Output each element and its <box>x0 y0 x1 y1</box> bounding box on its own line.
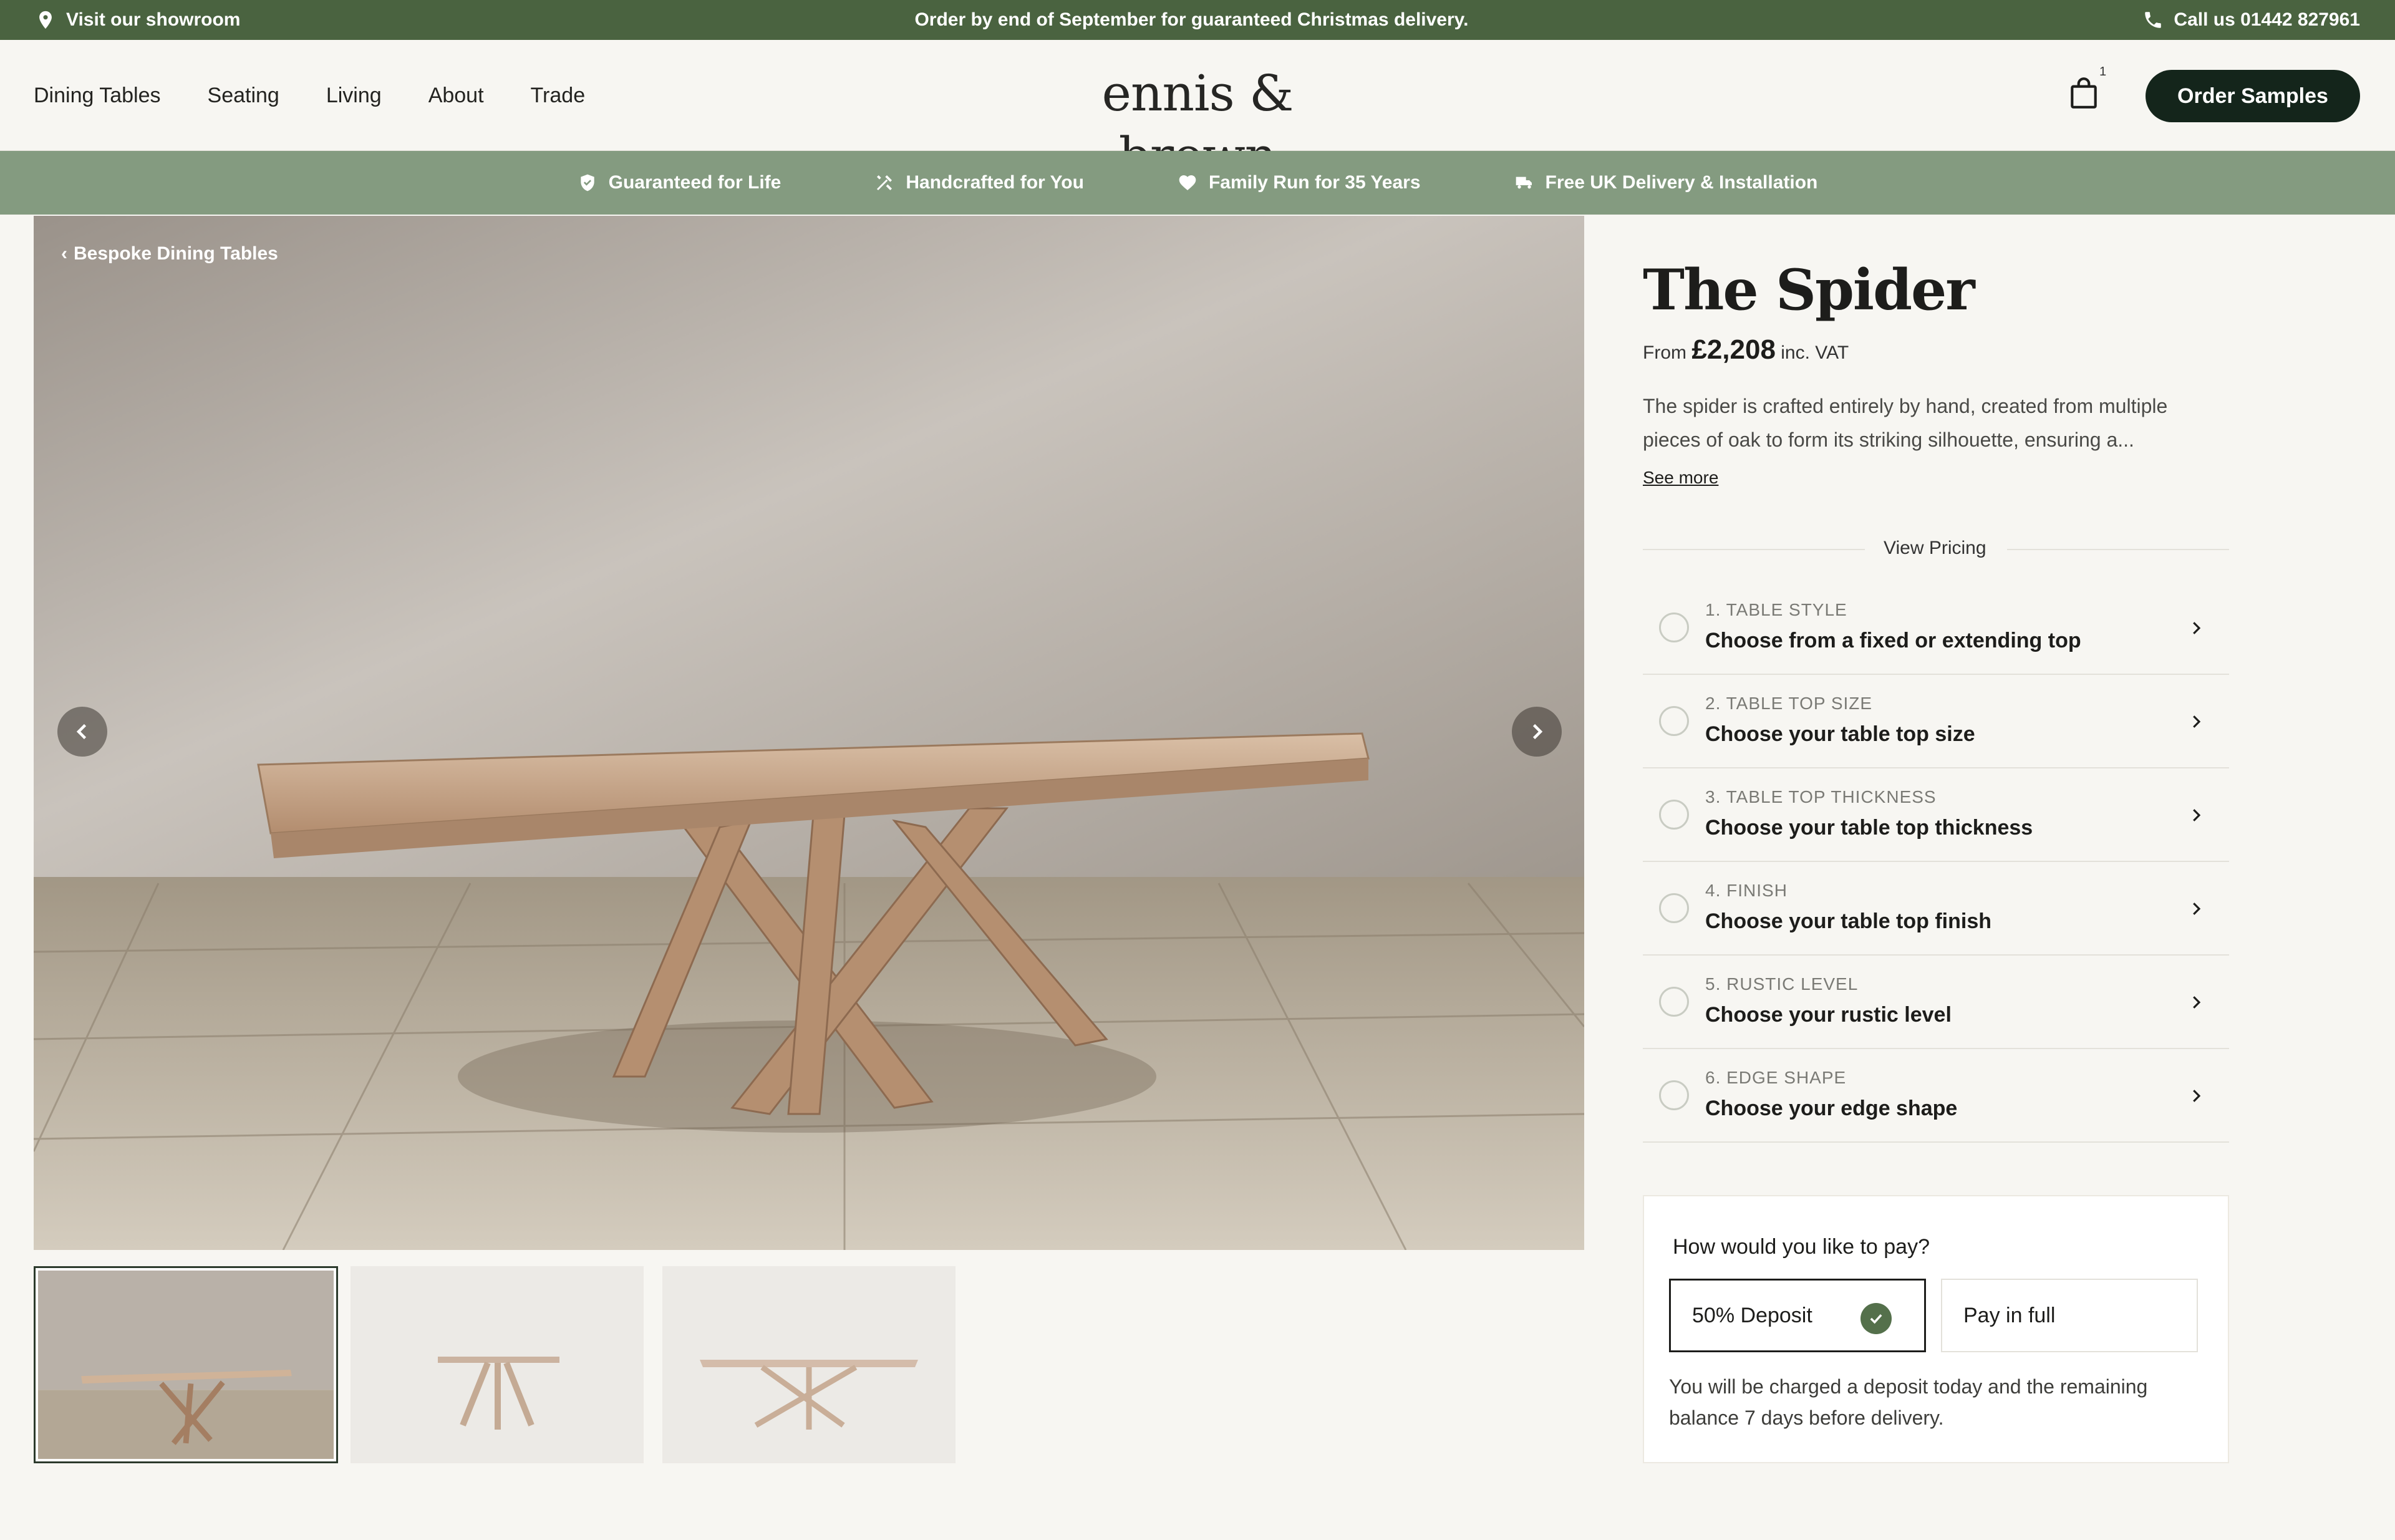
location-pin-icon <box>39 11 52 29</box>
step-text: Choose from a fixed or extending top <box>1705 629 2081 652</box>
chevron-right-icon <box>2193 1090 2201 1102</box>
gallery-next-button[interactable] <box>1512 707 1562 757</box>
nav-about[interactable]: About <box>428 84 484 108</box>
step-radio <box>1659 987 1689 1017</box>
thumbnail-3[interactable] <box>662 1266 956 1463</box>
nav-seating[interactable]: Seating <box>208 84 279 108</box>
usp-handcrafted: Handcrafted for You <box>874 172 1084 193</box>
product-photo <box>34 216 1584 1250</box>
shield-check-icon <box>580 174 594 191</box>
payment-options: How would you like to pay? 50% Deposit P… <box>1643 1195 2229 1463</box>
phone-icon <box>2145 12 2162 28</box>
thumbnail-image <box>38 1271 334 1459</box>
see-more-link[interactable]: See more <box>1643 468 1718 488</box>
site-header: Dining Tables Seating Living About Trade… <box>0 40 2395 185</box>
usp-label: Family Run for 35 Years <box>1208 172 1421 193</box>
price-suffix: inc. VAT <box>1781 342 1849 363</box>
chevron-right-icon <box>2193 715 2201 728</box>
tools-icon <box>877 175 893 190</box>
usp-label: Handcrafted for You <box>906 172 1084 193</box>
step-text: Choose your table top thickness <box>1705 816 2033 840</box>
shopping-bag-icon <box>2071 77 2097 109</box>
usp-family: Family Run for 35 Years <box>1178 172 1421 193</box>
step-rustic-level[interactable]: 5. RUSTIC LEVEL Choose your rustic level <box>1643 956 2229 1049</box>
pay-deposit-option[interactable]: 50% Deposit <box>1669 1279 1926 1352</box>
option-label: 50% Deposit <box>1692 1303 1812 1327</box>
view-pricing-label: View Pricing <box>1884 538 1986 558</box>
step-radio <box>1659 800 1689 830</box>
usp-guaranteed: Guaranteed for Life <box>578 172 781 193</box>
step-finish[interactable]: 4. FINISH Choose your table top finish <box>1643 862 2229 956</box>
order-samples-button[interactable]: Order Samples <box>2146 70 2360 122</box>
price-amount: £2,208 <box>1691 334 1776 365</box>
product-title: The Spider <box>1643 257 1975 323</box>
step-radio <box>1659 613 1689 642</box>
step-text: Choose your rustic level <box>1705 1003 1952 1027</box>
announcement-text: Order by end of September for guaranteed… <box>914 9 1469 30</box>
phone-link[interactable]: Call us 01442 827961 <box>2142 9 2360 31</box>
cart-count: 1 <box>2099 65 2107 79</box>
step-number: 2. TABLE TOP SIZE <box>1705 694 1873 713</box>
product-hero-image: ‹ Bespoke Dining Tables <box>34 216 1584 1250</box>
step-number: 3. TABLE TOP THICKNESS <box>1705 787 1937 806</box>
step-edge-shape[interactable]: 6. EDGE SHAPE Choose your edge shape <box>1643 1049 2229 1143</box>
payment-note: You will be charged a deposit today and … <box>1669 1375 2148 1429</box>
chevron-right-icon <box>2193 622 2201 634</box>
nav-living[interactable]: Living <box>326 84 382 108</box>
product-description: The spider is crafted entirely by hand, … <box>1643 395 2168 451</box>
phone-label: Call us 01442 827961 <box>2174 9 2360 30</box>
payment-question: How would you like to pay? <box>1673 1235 1930 1259</box>
step-radio <box>1659 893 1689 923</box>
divider <box>2007 549 2229 550</box>
main-nav: Dining Tables Seating Living About Trade <box>34 40 585 151</box>
step-table-top-thickness[interactable]: 3. TABLE TOP THICKNESS Choose your table… <box>1643 768 2229 862</box>
step-number: 6. EDGE SHAPE <box>1705 1068 1847 1087</box>
brand-logo[interactable]: ennis & brown <box>1060 62 1335 185</box>
step-radio <box>1659 706 1689 736</box>
thumbnail-2[interactable] <box>351 1266 644 1463</box>
showroom-label: Visit our showroom <box>66 9 241 30</box>
chevron-right-icon <box>2193 996 2201 1009</box>
usp-bar: Guaranteed for Life Handcrafted for You … <box>0 151 2395 215</box>
step-number: 1. TABLE STYLE <box>1705 600 1847 619</box>
chevron-left-icon: ‹ <box>61 243 67 264</box>
step-text: Choose your edge shape <box>1705 1097 1958 1120</box>
chevron-right-icon <box>2193 809 2201 821</box>
option-label: Pay in full <box>1963 1303 2056 1327</box>
usp-label: Free UK Delivery & Installation <box>1545 172 1818 193</box>
step-number: 5. RUSTIC LEVEL <box>1705 974 1859 994</box>
truck-icon <box>1516 177 1532 189</box>
step-text: Choose your table top finish <box>1705 909 1992 933</box>
breadcrumb[interactable]: ‹ Bespoke Dining Tables <box>61 243 278 264</box>
price-prefix: From <box>1643 342 1686 363</box>
announcement-bar: Visit our showroom Order by end of Septe… <box>0 0 2395 40</box>
usp-label: Guaranteed for Life <box>608 172 781 193</box>
check-icon <box>1860 1303 1892 1334</box>
thumbnail-image <box>351 1266 644 1463</box>
step-radio <box>1659 1080 1689 1110</box>
step-table-style[interactable]: 1. TABLE STYLE Choose from a fixed or ex… <box>1643 581 2229 675</box>
thumbnail-1[interactable] <box>34 1266 338 1463</box>
showroom-link[interactable]: Visit our showroom <box>35 9 240 31</box>
breadcrumb-label: Bespoke Dining Tables <box>74 243 278 264</box>
heart-icon <box>1179 175 1196 190</box>
nav-dining-tables[interactable]: Dining Tables <box>34 84 161 108</box>
chevron-left-icon <box>76 724 87 740</box>
step-text: Choose your table top size <box>1705 722 1975 746</box>
nav-trade[interactable]: Trade <box>531 84 586 108</box>
usp-delivery: Free UK Delivery & Installation <box>1514 172 1818 193</box>
cart-button[interactable] <box>2068 76 2103 114</box>
step-number: 4. FINISH <box>1705 881 1788 900</box>
divider <box>1643 549 1865 550</box>
step-table-top-size[interactable]: 2. TABLE TOP SIZE Choose your table top … <box>1643 675 2229 768</box>
chevron-right-icon <box>1532 724 1543 740</box>
gallery-prev-button[interactable] <box>57 707 107 757</box>
thumbnail-image <box>662 1266 956 1463</box>
pay-full-option[interactable]: Pay in full <box>1941 1279 2198 1352</box>
product-price: From £2,208 inc. VAT <box>1643 334 1849 366</box>
chevron-right-icon <box>2193 903 2201 915</box>
